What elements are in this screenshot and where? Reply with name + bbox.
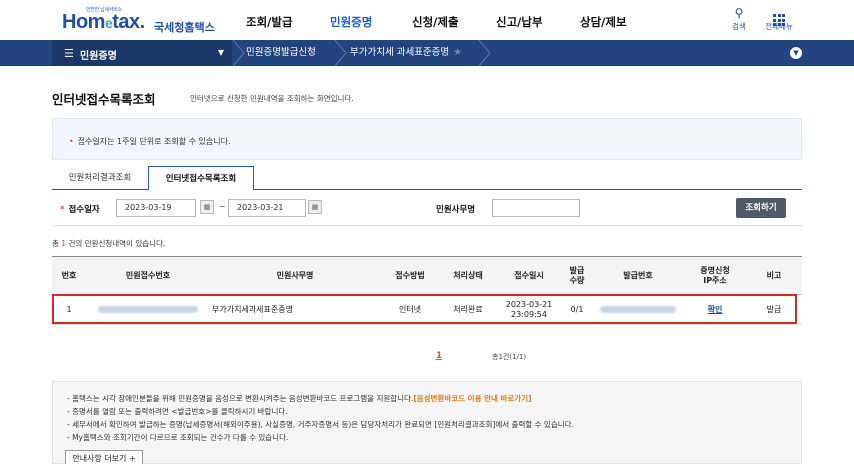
hometax-logo[interactable]: 안전한 납세서비스 Hometax. 국세청홈택스 — [62, 6, 215, 36]
breadcrumb-separator-icon — [478, 40, 491, 66]
col-issue-qty: 발급 수량 — [562, 256, 592, 295]
logo-wordmark: Hometax. — [62, 11, 145, 33]
tab-processing-result[interactable]: 민원처리결과조회 — [52, 166, 148, 190]
cell-method: 인터넷 — [380, 294, 440, 325]
more-notice-button[interactable]: 안내사항 더보기 + — [65, 450, 143, 464]
col-receipt-number: 민원접수번호 — [86, 256, 210, 295]
header-search-button[interactable]: ⚲ 검색 — [724, 6, 754, 32]
site-header: 안전한 납세서비스 Hometax. 국세청홈택스 조회/발급 민원증명 신청/… — [0, 0, 854, 40]
breadcrumb-separator-icon — [232, 40, 245, 66]
info-text: 접수일자는 1주일 단위로 조회할 수 있습니다. — [77, 137, 231, 146]
date-range-separator: ~ — [219, 202, 226, 211]
col-number: 번호 — [52, 256, 86, 295]
cell-ip-address: 확인 — [684, 294, 746, 325]
office-name-input[interactable] — [492, 199, 580, 217]
col-ip-address: 증명신청 IP주소 — [684, 256, 746, 295]
pagination-total: 총1건(1/1) — [492, 353, 527, 361]
page-title: 인터넷접수목록조회 — [52, 92, 156, 107]
notice-line-2: - 증명서를 열람 또는 출력하려면 <발급번호>를 클릭하시기 바랍니다. — [67, 407, 288, 416]
cell-issue-number-redacted[interactable] — [592, 294, 684, 325]
tab-internet-receipt-list[interactable]: 인터넷접수목록조회 — [148, 166, 254, 190]
redacted-blur — [600, 305, 676, 313]
pagination-page-1[interactable]: 1 — [436, 351, 442, 361]
col-office-name: 민원사무명 — [210, 256, 380, 295]
cell-status: 처리완료 — [440, 294, 496, 325]
col-note: 비고 — [746, 256, 802, 295]
gnb-consult-report[interactable]: 상담/제보 — [580, 14, 627, 30]
gnb-application-submission[interactable]: 신청/제출 — [412, 14, 459, 30]
cell-receipt-date: 2023-03-21 23:09:54 — [496, 294, 562, 325]
cell-number: 1 — [52, 294, 86, 325]
bullet-icon: • — [69, 137, 74, 146]
cell-receipt-number-redacted — [86, 294, 210, 325]
calendar-icon[interactable]: ▦ — [308, 200, 322, 214]
breadcrumb-vat-certificate[interactable]: 부가가치세 과세표준증명 ★ — [350, 40, 462, 66]
hamburger-icon: ☰ — [64, 47, 74, 60]
favorite-star-icon[interactable]: ★ — [453, 47, 462, 58]
logo-korean-name: 국세청홈택스 — [154, 21, 215, 34]
redacted-blur — [98, 305, 198, 313]
notice-line-3: - 세무서에서 확인하여 발급하는 증명(납세증명서(해외이주용), 사실증명,… — [67, 420, 574, 429]
breadcrumb-certificate-issue[interactable]: 민원증명발급신청 — [246, 40, 316, 66]
header-all-menu-button[interactable]: 전체메뉴 — [764, 6, 794, 32]
col-status: 처리상태 — [440, 256, 496, 295]
location-navbar: ☰ 민원증명 ▼ 민원증명발급신청 부가가치세 과세표준증명 ★ ▼ — [0, 40, 854, 66]
date-label: * 접수일자 — [60, 205, 100, 215]
search-form: * 접수일자 2023-03-19 ▦ ~ 2023-03-21 ▦ 민원사무명 … — [52, 190, 802, 226]
search-icon: ⚲ — [734, 6, 744, 20]
col-receipt-date: 접수일시 — [496, 256, 562, 295]
gnb-civil-certificate[interactable]: 민원증명 — [330, 14, 372, 30]
cell-note: 발급 — [746, 294, 802, 325]
info-box: • 접수일자는 1주일 단위로 조회할 수 있습니다. — [52, 118, 802, 160]
table-row[interactable]: 1 부가가치세과세표준증명 인터넷 처리완료 2023-03-21 23:09:5… — [52, 294, 802, 325]
result-count: 총 1 건의 민원신청내역이 있습니다. — [52, 239, 166, 248]
required-mark: * — [60, 205, 65, 215]
notice-line-4: - My홈택스와 조회기간이 다르므로 조회되는 건수가 다를 수 있습니다. — [67, 433, 289, 442]
notice-box: - 홈택스는 시각 장애인분들을 위해 민원증명을 음성으로 변환시켜주는 음성… — [52, 381, 802, 464]
office-name-label: 민원사무명 — [436, 205, 476, 215]
cell-office-name: 부가가치세과세표준증명 — [210, 294, 380, 325]
notice-line-1: - 홈택스는 시각 장애인분들을 위해 민원증명을 음성으로 변환시켜주는 음성… — [67, 394, 414, 403]
breadcrumb-separator-icon — [334, 40, 347, 66]
calendar-icon[interactable]: ▦ — [200, 200, 214, 214]
page-description: 인터넷으로 신청한 민원내역을 조회하는 화면입니다. — [190, 94, 354, 103]
grid-menu-icon — [764, 6, 794, 26]
table-header-row: 번호 민원접수번호 민원사무명 접수방법 처리상태 접수일시 발급 수량 발급번… — [52, 256, 802, 295]
col-issue-number: 발급번호 — [592, 256, 684, 295]
gnb-inquiry-issue[interactable]: 조회/발급 — [246, 14, 293, 30]
chevron-down-icon: ▼ — [217, 48, 224, 57]
receipt-table: 번호 민원접수번호 민원사무명 접수방법 처리상태 접수일시 발급 수량 발급번… — [52, 256, 802, 325]
ip-check-link[interactable]: 확인 — [708, 305, 723, 314]
date-to-input[interactable]: 2023-03-21 — [228, 199, 306, 217]
voice-barcode-link[interactable]: [음성변환바코드 이용 안내 바로가기] — [413, 394, 531, 403]
col-method: 접수방법 — [380, 256, 440, 295]
gnb-report-payment[interactable]: 신고/납부 — [496, 14, 543, 30]
chevron-down-circle-icon[interactable]: ▼ — [790, 47, 802, 59]
search-button[interactable]: 조회하기 — [736, 198, 786, 218]
nav-menu-selector[interactable]: ☰ 민원증명 ▼ — [52, 40, 232, 66]
cell-issue-qty: 0/1 — [562, 294, 592, 325]
date-from-input[interactable]: 2023-03-19 — [116, 199, 196, 217]
